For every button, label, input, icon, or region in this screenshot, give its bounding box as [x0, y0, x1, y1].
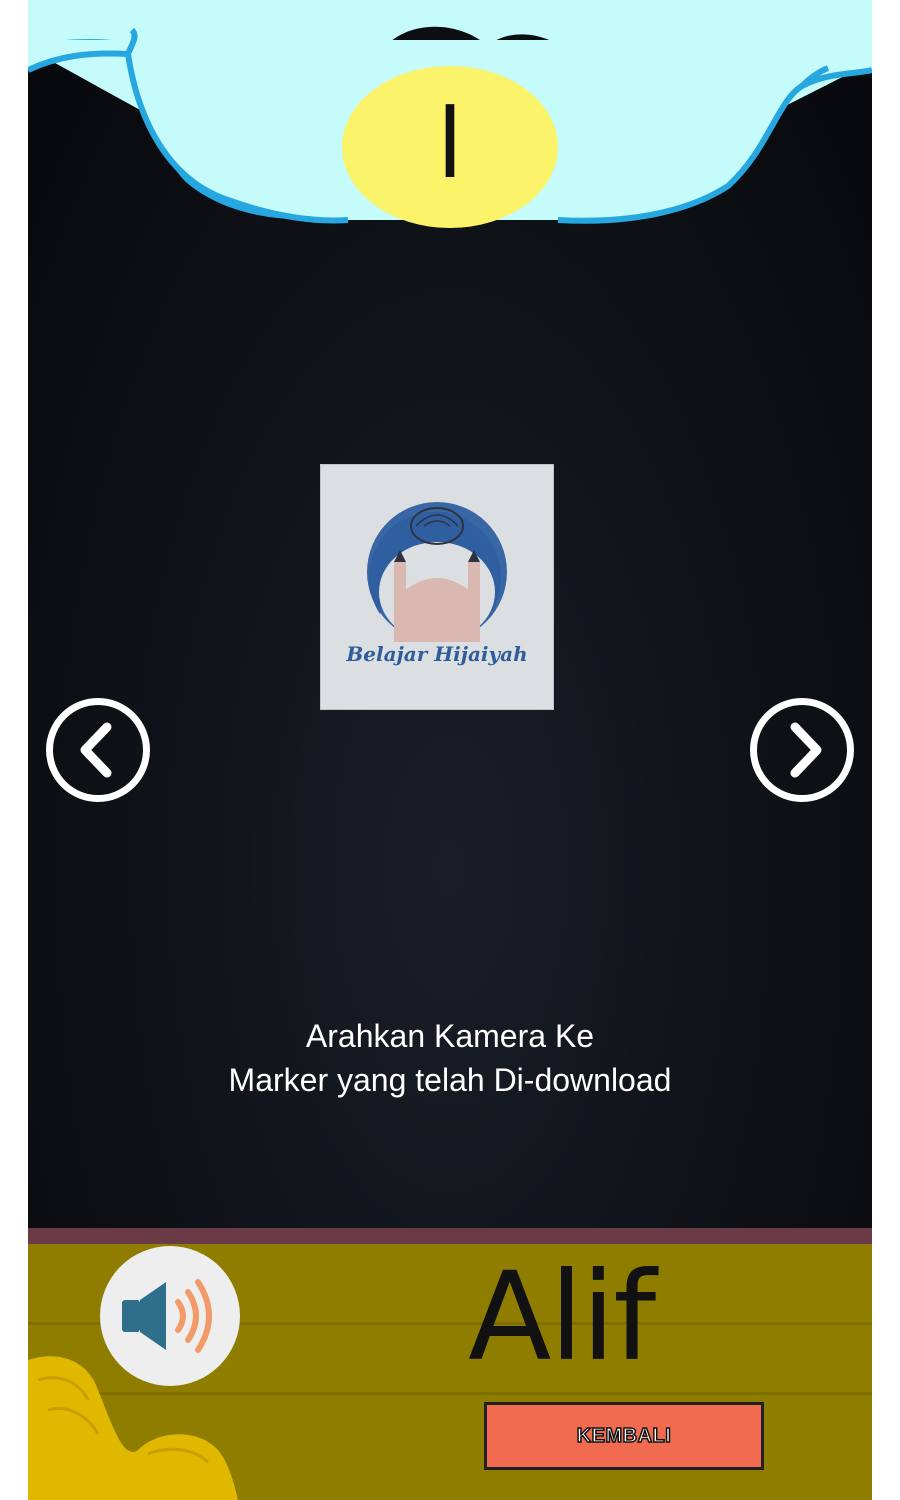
- chevron-right-icon: [790, 722, 822, 778]
- back-button-label: KEMBALI: [576, 1424, 672, 1448]
- marker-caption: Belajar Hijaiyah: [346, 642, 528, 666]
- footer-top-strip: [28, 1228, 872, 1244]
- app-screen: ا Belajar Hijaiyah Arahkan Kamera Ke Mar…: [28, 0, 872, 1500]
- ar-marker-card: Belajar Hijaiyah: [320, 464, 554, 710]
- letter-badge: ا: [342, 66, 558, 228]
- chevron-left-icon: [80, 722, 112, 778]
- mosque-icon: [367, 502, 507, 642]
- letter-name: Alif: [468, 1246, 656, 1388]
- sound-button[interactable]: [100, 1246, 240, 1386]
- previous-button[interactable]: [46, 698, 150, 802]
- hijaiyah-letter: ا: [436, 88, 464, 200]
- camera-instruction: Arahkan Kamera Ke Marker yang telah Di-d…: [28, 1014, 872, 1102]
- instruction-line-1: Arahkan Kamera Ke: [305, 1018, 595, 1054]
- back-button[interactable]: KEMBALI: [484, 1402, 764, 1470]
- next-button[interactable]: [750, 698, 854, 802]
- speaker-icon: [122, 1279, 212, 1353]
- instruction-line-2: Marker yang telah Di-download: [228, 1062, 672, 1098]
